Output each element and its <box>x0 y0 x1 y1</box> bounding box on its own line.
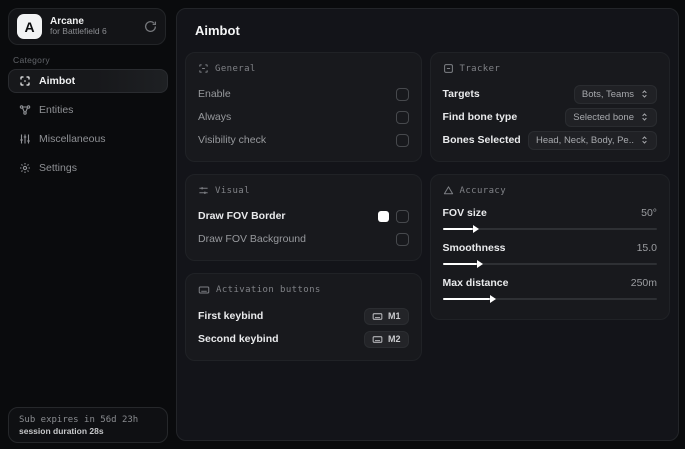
setting-label: Enable <box>198 88 231 100</box>
slider-fill <box>442 228 473 230</box>
page-title: Aimbot <box>195 23 240 38</box>
second-keybind-button[interactable]: M2 <box>364 330 409 348</box>
first-keybind-button[interactable]: M1 <box>364 307 409 325</box>
slider-row-smoothness: Smoothness 15.0 <box>442 240 658 268</box>
dropdown-value: Bots, Teams <box>581 88 634 100</box>
keyboard-icon <box>198 284 210 296</box>
section-title-activation: Activation buttons <box>216 285 321 295</box>
sidebar-item-label: Settings <box>39 162 77 174</box>
setting-label: Draw FOV Border <box>198 210 286 222</box>
setting-label: FOV size <box>442 207 487 219</box>
crosshair-scan-icon <box>18 75 31 87</box>
setting-label: Find bone type <box>442 111 518 123</box>
slider-value: 50° <box>641 207 657 219</box>
setting-row-first-keybind: First keybind M1 <box>198 305 409 327</box>
setting-label: Targets <box>442 88 480 100</box>
setting-row-second-keybind: Second keybind M2 <box>198 328 409 350</box>
chevron-up-down-icon <box>640 112 649 122</box>
fov-size-slider[interactable] <box>442 225 658 233</box>
setting-label: Max distance <box>442 277 509 289</box>
section-title-general: General <box>215 63 256 74</box>
always-checkbox[interactable] <box>395 110 409 124</box>
section-title-accuracy: Accuracy <box>459 185 507 196</box>
chevron-up-down-icon <box>640 135 649 145</box>
subscription-info-card: Sub expires in 56d 23h session duration … <box>8 407 168 443</box>
max-distance-slider[interactable] <box>442 295 658 303</box>
sidebar: A Arcane for Battlefield 6 Category Aimb… <box>0 0 174 449</box>
section-title-visual: Visual <box>215 185 250 196</box>
sync-icon[interactable] <box>144 20 157 33</box>
setting-row-always: Always <box>198 106 409 128</box>
tracker-card: Tracker Targets Bots, Teams Find bone ty… <box>429 52 670 162</box>
setting-label: Draw FOV Background <box>198 233 306 245</box>
keybind-value: M2 <box>388 334 401 344</box>
draw-fov-border-checkbox[interactable] <box>395 209 409 223</box>
sidebar-nav: Aimbot Entities Miscellaneous Settings <box>8 69 168 180</box>
setting-label: Smoothness <box>442 242 506 254</box>
dropdown-value: Head, Neck, Body, Pe.. <box>535 134 634 146</box>
setting-label: Second keybind <box>198 333 279 345</box>
app-logo: A <box>17 14 42 39</box>
sub-expiry-text: Sub expires in 56d 23h <box>19 414 139 425</box>
keybind-value: M1 <box>388 311 401 321</box>
sidebar-item-aimbot[interactable]: Aimbot <box>8 69 168 93</box>
bones-selected-dropdown[interactable]: Head, Neck, Body, Pe.. <box>527 130 657 150</box>
chevron-up-down-icon <box>640 89 649 99</box>
keyboard-icon <box>372 334 383 345</box>
setting-row-visibility-check: Visibility check <box>198 129 409 151</box>
find-bone-type-dropdown[interactable]: Selected bone <box>565 107 657 127</box>
slider-value: 15.0 <box>636 242 657 254</box>
slider-row-max-distance: Max distance 250m <box>442 275 658 303</box>
enable-checkbox[interactable] <box>395 87 409 101</box>
app-title-block: Arcane for Battlefield 6 <box>50 16 136 37</box>
dropdown-value: Selected bone <box>573 111 634 123</box>
scan-frame-icon <box>198 63 209 74</box>
slider-fill <box>442 263 477 265</box>
setting-row-targets: Targets Bots, Teams <box>443 83 657 105</box>
setting-label: Bones Selected <box>442 134 521 146</box>
sliders-vertical-icon <box>18 133 31 145</box>
visibility-check-checkbox[interactable] <box>395 133 409 147</box>
triangle-icon <box>443 185 454 196</box>
sidebar-item-label: Aimbot <box>39 75 76 87</box>
box-minus-icon <box>443 63 454 74</box>
setting-row-draw-fov-border: Draw FOV Border <box>198 205 409 227</box>
accuracy-card: Accuracy FOV size 50° Smoothness 15.0 Ma… <box>429 174 670 320</box>
network-icon <box>18 104 31 116</box>
keyboard-icon <box>372 311 383 322</box>
sidebar-item-miscellaneous[interactable]: Miscellaneous <box>8 127 168 151</box>
setting-row-bones-selected: Bones Selected Head, Neck, Body, Pe.. <box>443 129 657 151</box>
section-title-tracker: Tracker <box>459 63 501 74</box>
slider-row-fov-size: FOV size 50° <box>442 205 658 233</box>
setting-label: Visibility check <box>198 134 267 146</box>
category-label: Category <box>13 55 50 65</box>
gear-icon <box>18 162 31 174</box>
sliders-icon <box>198 185 209 196</box>
draw-fov-background-checkbox[interactable] <box>395 232 409 246</box>
app-header-card[interactable]: A Arcane for Battlefield 6 <box>8 8 166 45</box>
visual-card: Visual Draw FOV Border Draw FOV Backgrou… <box>185 174 422 261</box>
activation-buttons-card: Activation buttons First keybind M1 Seco… <box>185 273 422 361</box>
setting-label: First keybind <box>198 310 264 322</box>
general-card: General Enable Always Visibility check <box>185 52 422 162</box>
targets-dropdown[interactable]: Bots, Teams <box>573 84 657 104</box>
fov-border-color-swatch[interactable] <box>377 210 389 222</box>
main-panel: Aimbot General Enable Always Visibility … <box>176 8 679 441</box>
setting-label: Always <box>198 111 232 123</box>
setting-row-find-bone-type: Find bone type Selected bone <box>443 106 657 128</box>
smoothness-slider[interactable] <box>442 260 658 268</box>
app-subtitle: for Battlefield 6 <box>50 26 107 37</box>
slider-fill <box>442 298 490 300</box>
slider-value: 250m <box>630 277 657 289</box>
session-duration-text: session duration 28s <box>19 425 104 436</box>
setting-row-enable: Enable <box>198 83 409 105</box>
sidebar-item-label: Entities <box>39 104 74 116</box>
sidebar-item-entities[interactable]: Entities <box>8 98 168 122</box>
sidebar-item-label: Miscellaneous <box>39 133 106 145</box>
sidebar-item-settings[interactable]: Settings <box>8 156 168 180</box>
setting-row-draw-fov-background: Draw FOV Background <box>198 228 409 250</box>
